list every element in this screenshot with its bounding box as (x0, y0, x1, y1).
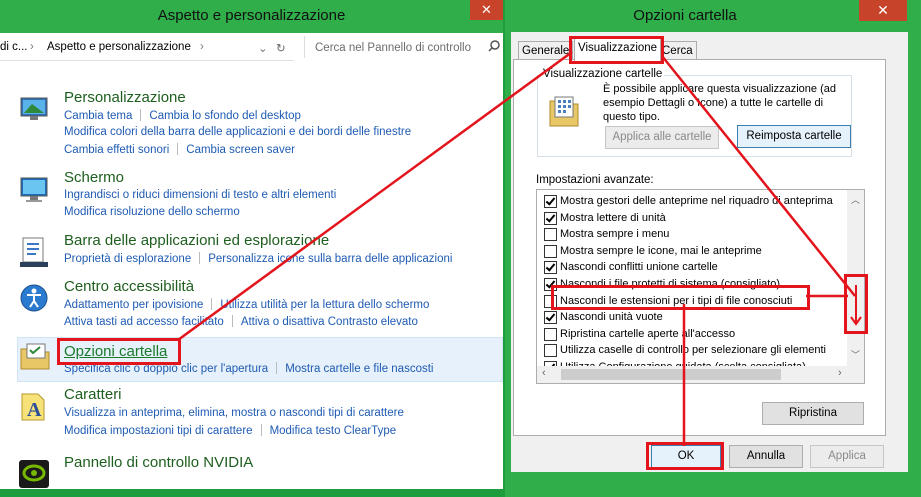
highlight-hide-extensions (551, 285, 810, 310)
highlight-view-tab (569, 36, 664, 64)
annotation-overlay (177, 50, 856, 446)
arrow-down-icon (850, 285, 862, 326)
highlight-ok-button (646, 442, 724, 470)
highlight-folder-options (57, 338, 181, 365)
highlight-scrollbar (844, 274, 868, 334)
